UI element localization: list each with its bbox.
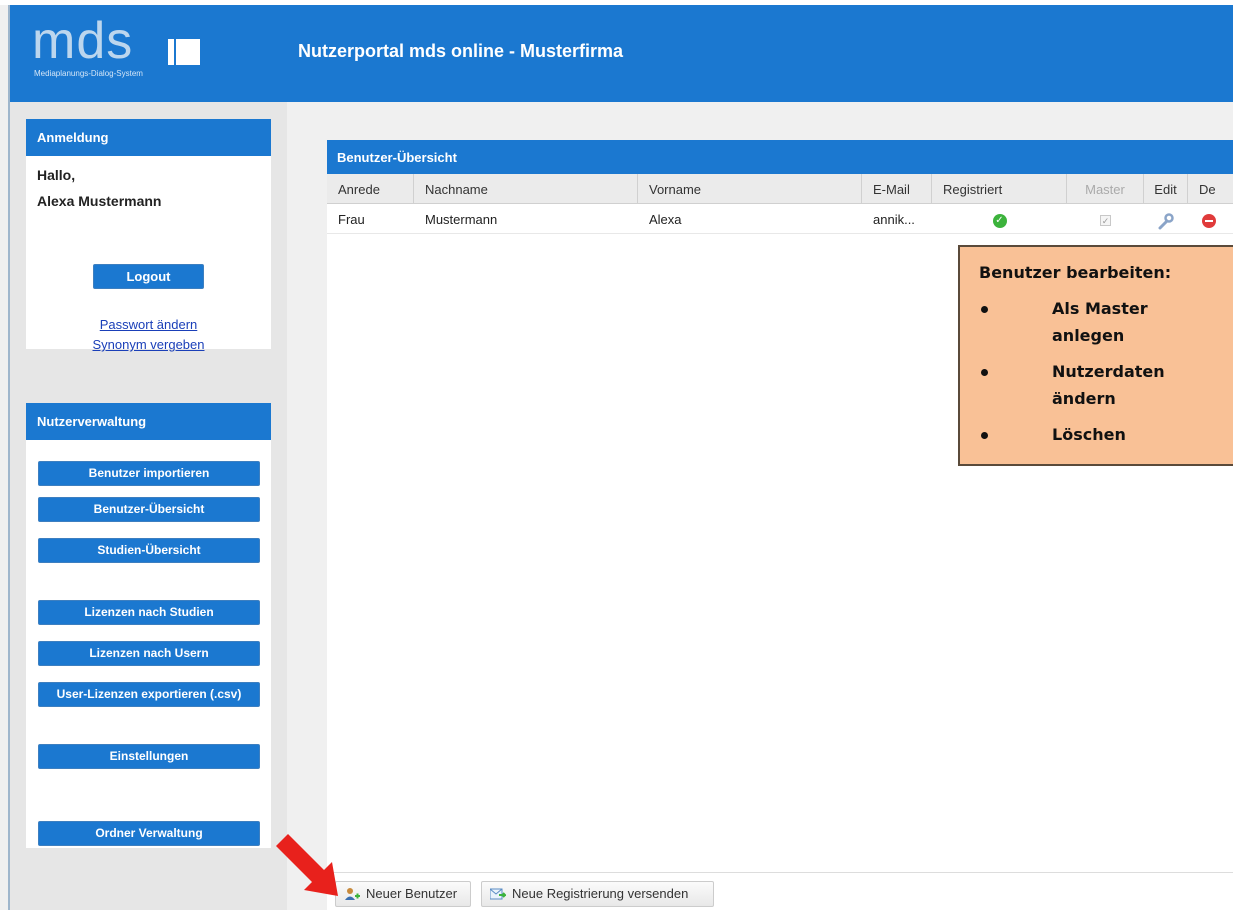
logout-button[interactable]: Logout: [93, 264, 204, 289]
sidebar: Anmeldung Hallo, Alexa Mustermann Logout…: [10, 102, 287, 910]
table-row[interactable]: Frau Mustermann Alexa annik... ✓ ✓: [327, 204, 1233, 234]
col-vorname[interactable]: Vorname: [638, 174, 862, 204]
import-users-button[interactable]: Benutzer importieren: [38, 461, 260, 486]
settings-button[interactable]: Einstellungen: [38, 744, 260, 769]
user-name: Alexa Mustermann: [37, 193, 162, 209]
red-arrow-icon: [276, 834, 338, 896]
page-title: Nutzerportal mds online - Musterfirma: [298, 41, 624, 61]
logo-text: mds: [32, 12, 134, 70]
grid-column-header: Anrede Nachname Vorname E-Mail Registrie…: [327, 174, 1233, 204]
cell-master: ✓: [1067, 204, 1144, 234]
folder-management-button[interactable]: Ordner Verwaltung: [38, 821, 260, 846]
cell-email: annik...: [873, 212, 915, 227]
cell-delete: [1188, 204, 1233, 234]
send-registration-label: Neue Registrierung versenden: [512, 886, 689, 901]
login-panel-title: Anmeldung: [26, 119, 271, 156]
main-area: Benutzer-Übersicht Anrede Nachname Vorna…: [287, 102, 1233, 910]
callout-item-master: Als Master anlegen: [1052, 299, 1148, 345]
bullet-icon: [981, 432, 991, 442]
assign-synonym-link[interactable]: Synonym vergeben: [26, 337, 271, 352]
export-user-licenses-button[interactable]: User-Lizenzen exportieren (.csv): [38, 682, 260, 707]
wrench-icon[interactable]: [1157, 212, 1175, 230]
callout-title: Benutzer bearbeiten:: [979, 263, 1172, 282]
mds-logo: mds Mediaplanungs-Dialog-System: [32, 12, 212, 99]
cell-registriert: ✓: [932, 204, 1067, 234]
checkbox-checked-icon[interactable]: ✓: [1100, 215, 1111, 227]
send-registration-icon: [490, 888, 506, 900]
check-circle-icon: ✓: [992, 213, 1007, 228]
send-registration-button[interactable]: Neue Registrierung versenden: [481, 881, 714, 907]
user-admin-panel-title: Nutzerverwaltung: [26, 403, 271, 440]
cell-anrede: Frau: [338, 212, 365, 227]
col-registriert[interactable]: Registriert: [932, 174, 1067, 204]
licenses-by-study-button[interactable]: Lizenzen nach Studien: [38, 600, 260, 625]
licenses-by-user-button[interactable]: Lizenzen nach Usern: [38, 641, 260, 666]
callout-item-delete: Löschen: [1052, 425, 1126, 444]
callout-item-edit: Nutzerdaten ändern: [1052, 362, 1165, 408]
new-user-button[interactable]: Neuer Benutzer: [335, 881, 471, 907]
logo-book-icon: [168, 39, 200, 65]
col-delete[interactable]: De: [1188, 174, 1233, 204]
col-email[interactable]: E-Mail: [862, 174, 932, 204]
greeting: Hallo,: [37, 167, 76, 183]
annotation-callout: Benutzer bearbeiten: Als Master anlegen …: [958, 245, 1233, 466]
cell-vorname: Alexa: [649, 212, 682, 227]
cell-nachname: Mustermann: [425, 212, 498, 227]
studies-overview-button[interactable]: Studien-Übersicht: [38, 538, 260, 563]
logo-subtitle: Mediaplanungs-Dialog-System: [34, 69, 143, 78]
bullet-icon: [981, 306, 991, 316]
delete-icon[interactable]: [1202, 213, 1216, 228]
grid-title: Benutzer-Übersicht: [327, 140, 1233, 174]
bullet-icon: [981, 369, 991, 379]
col-nachname[interactable]: Nachname: [414, 174, 638, 204]
app-header: mds Mediaplanungs-Dialog-System Nutzerpo…: [10, 5, 1233, 102]
login-panel: Anmeldung Hallo, Alexa Mustermann Logout…: [26, 119, 271, 352]
cell-edit: [1144, 204, 1188, 234]
new-user-label: Neuer Benutzer: [366, 886, 458, 901]
col-edit[interactable]: Edit: [1144, 174, 1188, 204]
col-master[interactable]: Master: [1067, 174, 1144, 204]
col-anrede[interactable]: Anrede: [327, 174, 414, 204]
user-admin-panel: Nutzerverwaltung Benutzer importieren Be…: [26, 403, 271, 848]
grid-toolbar: Neuer Benutzer Neue Registrierung versen…: [327, 872, 1233, 910]
user-overview-button[interactable]: Benutzer-Übersicht: [38, 497, 260, 522]
change-password-link[interactable]: Passwort ändern: [26, 317, 271, 332]
